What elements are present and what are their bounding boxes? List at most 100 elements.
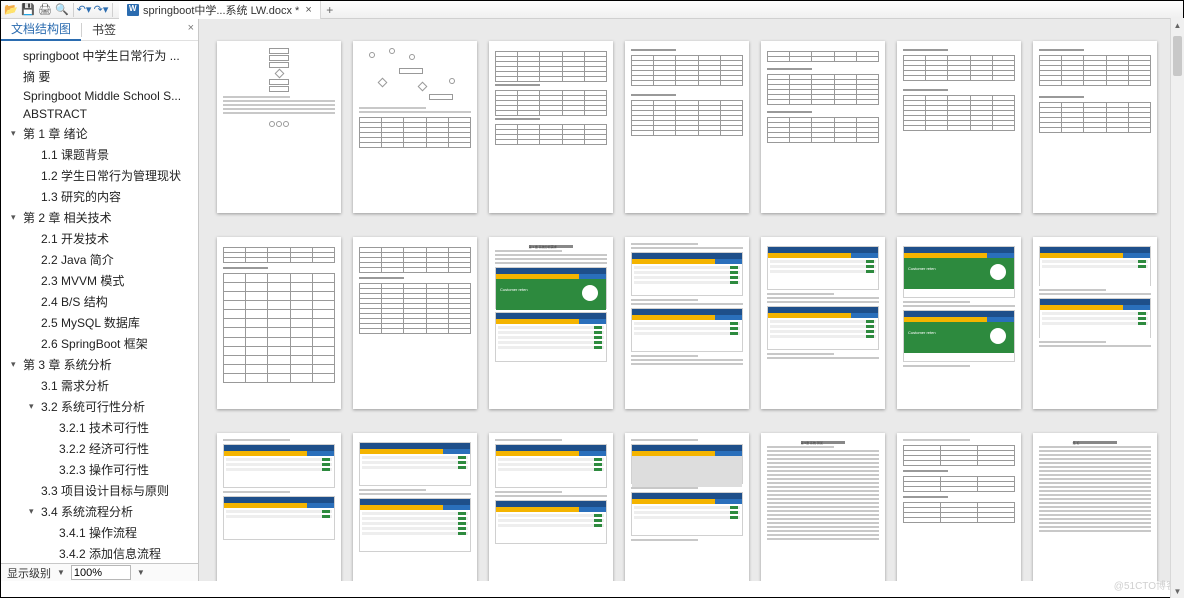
scroll-up-icon[interactable]: ▲	[1171, 18, 1184, 32]
thumbnail-grid[interactable]: 第 3 章 系统分析需求 Customer reten Customer ret…	[199, 19, 1183, 581]
outline-item[interactable]: 3.4.1 操作流程	[1, 522, 198, 543]
page-thumb[interactable]	[1033, 237, 1157, 409]
page-thumb[interactable]	[353, 433, 477, 581]
page-thumb[interactable]: 结 论	[1033, 433, 1157, 581]
preview-icon[interactable]: 🔍	[54, 2, 70, 18]
outline-label: 1.1 课题背景	[41, 146, 109, 163]
print-icon[interactable]: 🖨	[37, 2, 53, 18]
separator	[112, 3, 113, 17]
outline-item[interactable]: 摘 要	[1, 66, 198, 87]
outline-label: 3.2.2 经济可行性	[59, 440, 149, 457]
outline-item[interactable]: 3.2.3 操作可行性	[1, 459, 198, 480]
tab-strip: springboot中学...系统 LW.docx * × +	[119, 1, 339, 18]
page-thumb[interactable]	[625, 41, 749, 213]
er-diagram	[359, 47, 471, 107]
table	[903, 55, 1015, 81]
screenshot	[359, 498, 471, 552]
outline-label: 3.2 系统可行性分析	[41, 398, 145, 415]
outline-label: ABSTRACT	[23, 107, 87, 121]
save-icon[interactable]: 💾	[20, 2, 36, 18]
outline-item[interactable]: 1.3 研究的内容	[1, 186, 198, 207]
sidebar-statusbar: 显示级别 ▼ ▼	[1, 563, 198, 581]
outline-item[interactable]: 3.2.2 经济可行性	[1, 438, 198, 459]
page-thumb[interactable]	[217, 433, 341, 581]
redo-icon[interactable]: ↷▾	[93, 2, 109, 18]
undo-icon[interactable]: ↶▾	[76, 2, 92, 18]
outline-item[interactable]: 3.4.2 添加信息流程	[1, 543, 198, 563]
outline-item[interactable]: 2.5 MySQL 数据库	[1, 312, 198, 333]
page-thumb[interactable]	[625, 433, 749, 581]
table	[359, 247, 471, 273]
page-thumb[interactable]	[353, 41, 477, 213]
page-thumb[interactable]	[489, 433, 613, 581]
outline-item[interactable]: ▾第 3 章 系统分析	[1, 354, 198, 375]
scroll-thumb[interactable]	[1173, 36, 1182, 76]
page-thumb[interactable]	[353, 237, 477, 409]
zoom-select[interactable]	[71, 565, 131, 580]
outline-label: 第 2 章 相关技术	[23, 209, 112, 226]
outline-tree: springboot 中学生日常行为 ...摘 要 Springboot Midd…	[1, 41, 198, 563]
dropdown-icon[interactable]: ▼	[137, 568, 145, 577]
outline-item[interactable]: 2.2 Java 简介	[1, 249, 198, 270]
outline-item[interactable]: ▾3.2 系统可行性分析	[1, 396, 198, 417]
page-thumb[interactable]	[761, 41, 885, 213]
outline-item[interactable]: Springboot Middle School S...	[1, 87, 198, 105]
outline-label: 第 3 章 系统分析	[23, 356, 112, 373]
folder-open-icon[interactable]: 📂	[3, 2, 19, 18]
outline-item[interactable]: 3.1 需求分析	[1, 375, 198, 396]
page-thumb[interactable]	[625, 237, 749, 409]
table	[903, 95, 1015, 131]
vertical-scrollbar[interactable]: ▲ ▼	[1170, 18, 1184, 598]
main-area: 文档结构图 书签 × springboot 中学生日常行为 ...摘 要 Spri…	[1, 19, 1183, 581]
word-doc-icon	[127, 4, 139, 16]
outline-item[interactable]: ▾3.4 系统流程分析	[1, 501, 198, 522]
scroll-down-icon[interactable]: ▼	[1171, 584, 1184, 598]
tab-bookmark[interactable]: 书签	[82, 19, 126, 41]
page-thumb[interactable]	[489, 41, 613, 213]
add-tab-button[interactable]: +	[321, 1, 339, 19]
table	[223, 273, 335, 383]
outline-item[interactable]: ABSTRACT	[1, 105, 198, 123]
outline-item[interactable]: 2.4 B/S 结构	[1, 291, 198, 312]
document-tab[interactable]: springboot中学...系统 LW.docx * ×	[119, 1, 321, 19]
outline-label: 2.3 MVVM 模式	[41, 272, 124, 289]
outline-label: Springboot Middle School S...	[23, 89, 181, 103]
screenshot	[1039, 246, 1151, 286]
page-thumb[interactable]	[897, 433, 1021, 581]
sidebar: 文档结构图 书签 × springboot 中学生日常行为 ...摘 要 Spri…	[1, 19, 199, 581]
outline-item[interactable]: 2.6 SpringBoot 框架	[1, 333, 198, 354]
outline-label: 2.4 B/S 结构	[41, 293, 108, 310]
outline-label: 3.1 需求分析	[41, 377, 109, 394]
outline-item[interactable]: 3.3 项目设计目标与原则	[1, 480, 198, 501]
zoom-label: 显示级别	[7, 565, 51, 581]
screenshot	[631, 492, 743, 536]
page-thumb[interactable]	[217, 237, 341, 409]
table	[631, 100, 743, 136]
screenshot	[223, 496, 335, 540]
outline-item[interactable]: 1.2 学生日常行为管理现状	[1, 165, 198, 186]
outline-item[interactable]: 3.2.1 技术可行性	[1, 417, 198, 438]
outline-item[interactable]: springboot 中学生日常行为 ...	[1, 45, 198, 66]
page-thumb[interactable]	[1033, 41, 1157, 213]
outline-item[interactable]: 2.3 MVVM 模式	[1, 270, 198, 291]
table	[767, 74, 879, 105]
page-thumb[interactable]	[897, 41, 1021, 213]
page-thumb[interactable]: 第 5章 系统 测试	[761, 433, 885, 581]
outline-item[interactable]: ▾第 1 章 绪论	[1, 123, 198, 144]
page-thumb[interactable]: 第 3 章 系统分析需求 Customer reten	[489, 237, 613, 409]
watermark: @51CTO博客	[1114, 577, 1176, 592]
close-sidebar-icon[interactable]: ×	[188, 22, 194, 34]
page-thumb[interactable]	[217, 41, 341, 213]
table	[903, 445, 1015, 466]
outline-item[interactable]: 1.1 课题背景	[1, 144, 198, 165]
screenshot: Customer reten	[903, 246, 1015, 298]
table	[359, 283, 471, 334]
outline-item[interactable]: 2.1 开发技术	[1, 228, 198, 249]
page-thumb[interactable]: Customer reten Customer reten	[897, 237, 1021, 409]
page-thumb[interactable]	[761, 237, 885, 409]
tab-structure[interactable]: 文档结构图	[1, 19, 81, 41]
outline-item[interactable]: ▾第 2 章 相关技术	[1, 207, 198, 228]
screenshot	[359, 442, 471, 486]
close-tab-icon[interactable]: ×	[305, 4, 311, 16]
dropdown-icon[interactable]: ▼	[57, 568, 65, 577]
